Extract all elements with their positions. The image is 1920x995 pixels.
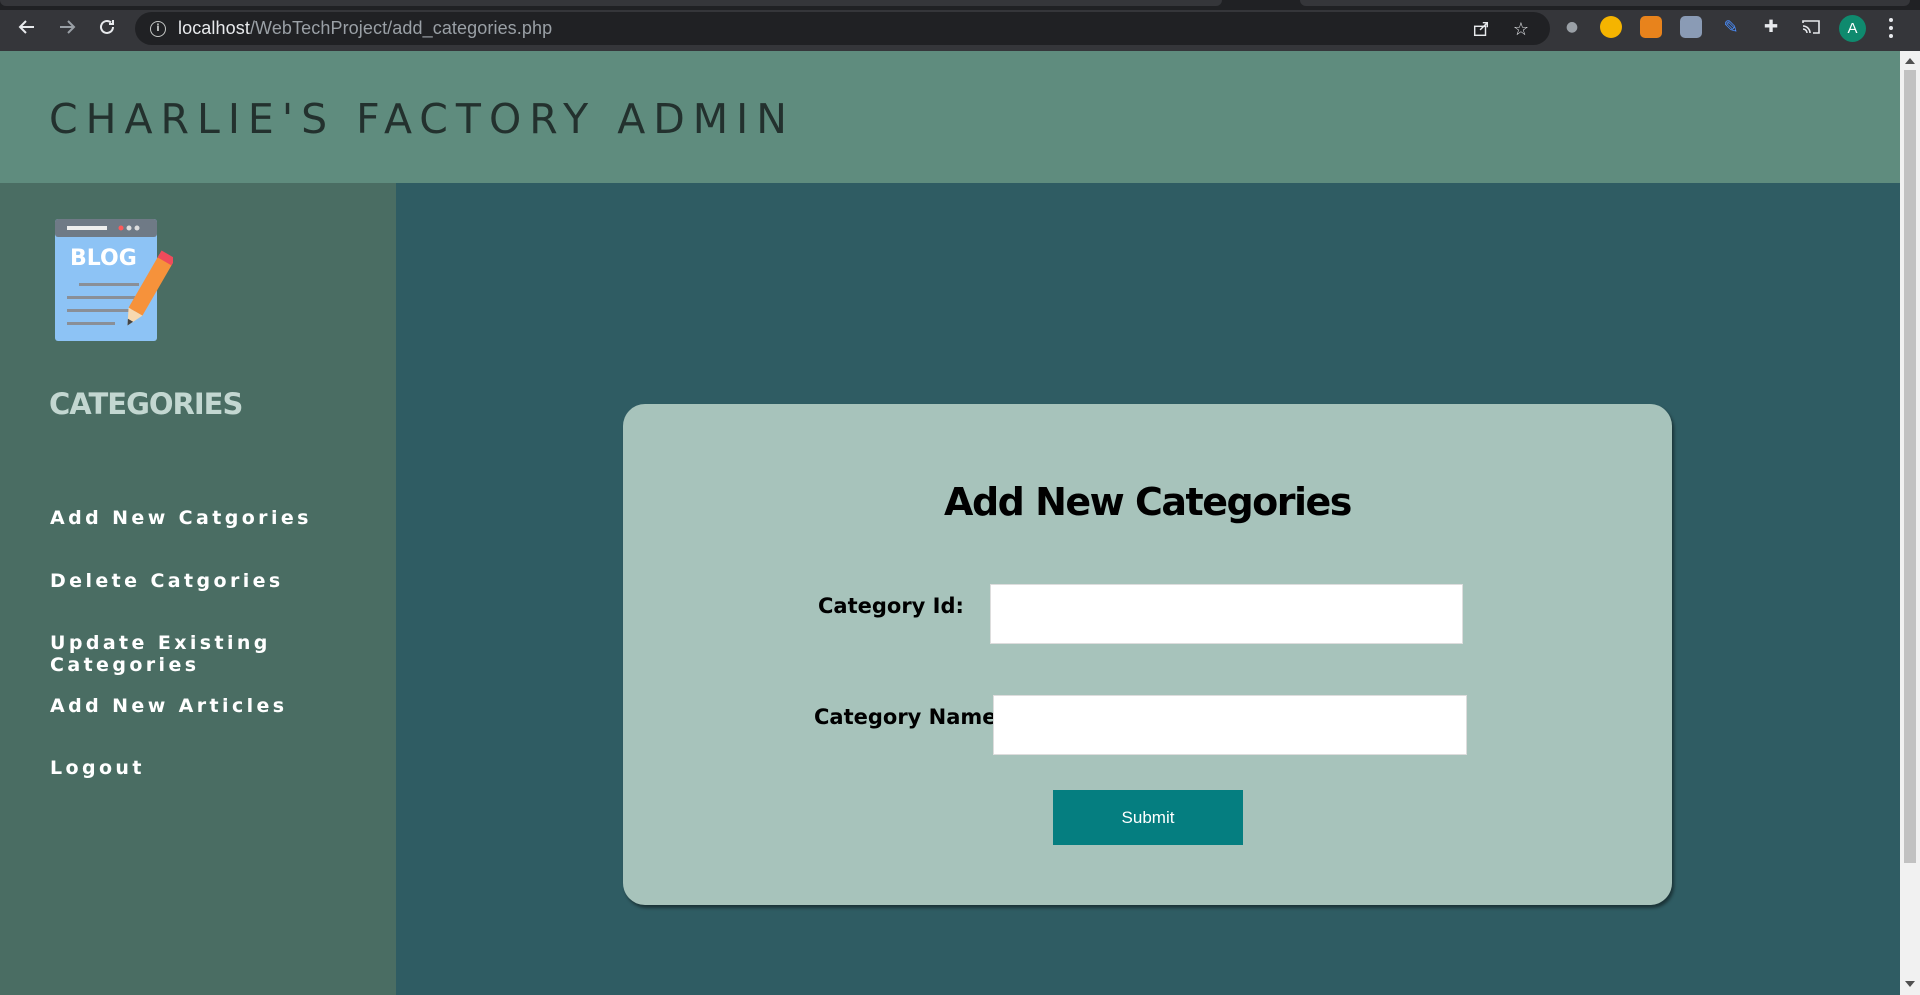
url-path: /WebTechProject/add_categories.php [249,18,553,38]
submit-button[interactable]: Submit [1053,790,1243,845]
sidebar-item-update-categories[interactable]: Update Existing Categories [50,632,396,676]
svg-text:BLOG: BLOG [70,246,137,271]
category-name-input[interactable] [993,695,1467,755]
reload-icon[interactable] [93,13,121,41]
scrollbar-thumb[interactable] [1904,70,1916,863]
tab-active[interactable] [0,0,1222,6]
form-title: Add New Categories [944,480,1352,524]
tab-strip [0,0,1920,10]
category-name-label: Category Name: [814,705,1005,729]
browser-chrome: i localhost/WebTechProject/add_categorie… [0,0,1920,51]
sidebar-item-delete-categories[interactable]: Delete Catgories [50,570,284,592]
site-title: CHARLIE'S FACTORY ADMIN [49,95,795,143]
add-category-form: Add New Categories Category Id: Category… [623,404,1672,905]
extension-dark-icon[interactable]: ● [1561,16,1583,38]
profile-avatar[interactable]: A [1839,15,1866,42]
forward-icon[interactable] [53,13,81,41]
address-bar[interactable]: i localhost/WebTechProject/add_categorie… [135,12,1550,45]
blog-logo-icon: BLOG [55,219,173,341]
extension-window-icon[interactable] [1680,16,1702,38]
page-header: CHARLIE'S FACTORY ADMIN [0,51,1900,183]
sidebar-item-add-categories[interactable]: Add New Catgories [50,507,312,529]
share-icon[interactable] [1470,18,1492,40]
sidebar-item-logout[interactable]: Logout [50,757,145,779]
back-icon[interactable] [13,13,41,41]
category-id-label: Category Id: [818,594,964,618]
page-scrollbar[interactable] [1900,51,1920,995]
tab-inactive[interactable] [1300,0,1910,6]
cast-icon[interactable] [1800,16,1822,38]
page: CHARLIE'S FACTORY ADMIN BLOG CATEGORIES … [0,51,1900,995]
sidebar-heading: CATEGORIES [49,387,243,421]
sidebar: BLOG CATEGORIES Add New Catgories Delete… [0,183,396,995]
browser-menu-icon[interactable] [1886,16,1896,40]
url-text[interactable]: localhost/WebTechProject/add_categories.… [178,18,552,39]
site-info-icon[interactable]: i [150,20,166,37]
category-id-input[interactable] [990,584,1463,644]
metamask-fox-icon[interactable] [1640,16,1662,38]
extension-chrome-icon[interactable] [1600,16,1622,38]
sidebar-item-add-articles[interactable]: Add New Articles [50,695,288,717]
bookmark-star-icon[interactable]: ☆ [1510,18,1532,40]
extensions-puzzle-icon[interactable]: ✚ [1760,16,1782,38]
scroll-down-arrow-icon[interactable] [1905,981,1915,987]
scroll-up-arrow-icon[interactable] [1905,58,1915,64]
url-host: localhost [178,18,250,38]
extension-pen-icon[interactable]: ✎ [1720,16,1742,38]
